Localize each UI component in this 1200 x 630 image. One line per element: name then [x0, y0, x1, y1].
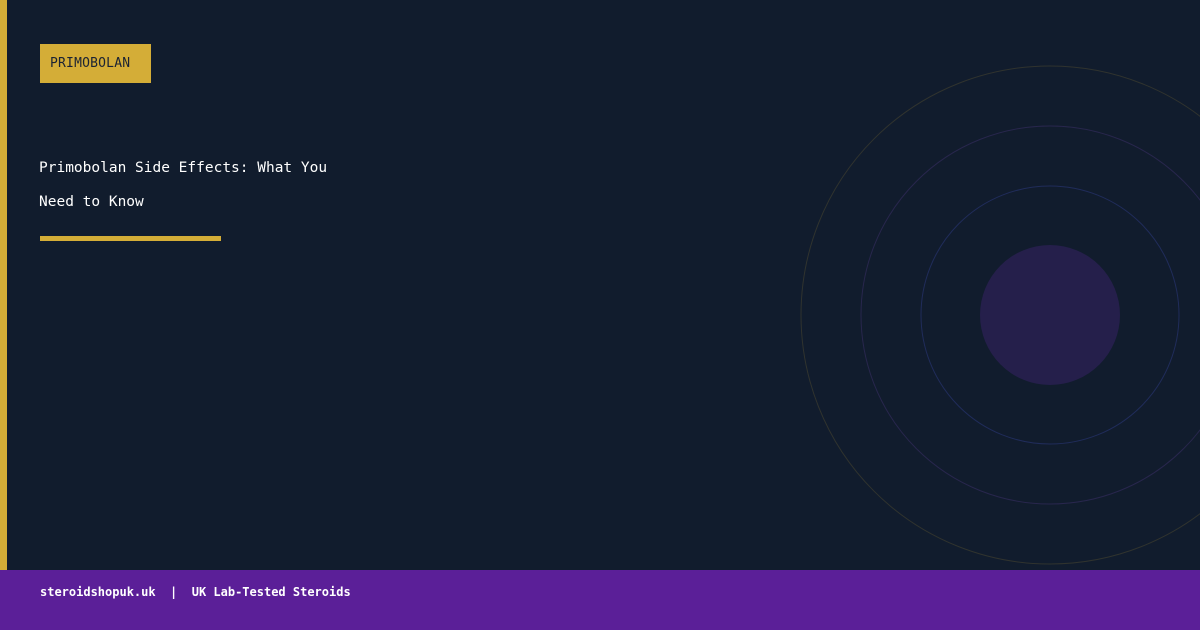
category-tag-label: PRIMOBOLAN [50, 56, 131, 71]
outer-ring [800, 65, 1200, 565]
footer-text: steroidshopuk.uk | UK Lab-Tested Steroid… [40, 584, 351, 600]
title-underline [40, 236, 221, 241]
article-title: Primobolan Side Effects: What You Need t… [39, 160, 328, 210]
footer-bar: steroidshopuk.uk | UK Lab-Tested Steroid… [0, 570, 1200, 630]
footer-tagline: UK Lab-Tested Steroids [191, 585, 351, 599]
og-card: PRIMOBOLAN Primobolan Side Effects: What… [0, 0, 1200, 630]
left-accent-bar [0, 0, 7, 570]
inner-ring [920, 185, 1180, 445]
footer-site: steroidshopuk.uk [40, 585, 156, 599]
center-disc [980, 245, 1120, 385]
footer-separator: | [170, 585, 178, 599]
concentric-circles-graphic [800, 65, 1200, 565]
middle-ring [860, 125, 1200, 505]
category-tag: PRIMOBOLAN [40, 44, 151, 83]
